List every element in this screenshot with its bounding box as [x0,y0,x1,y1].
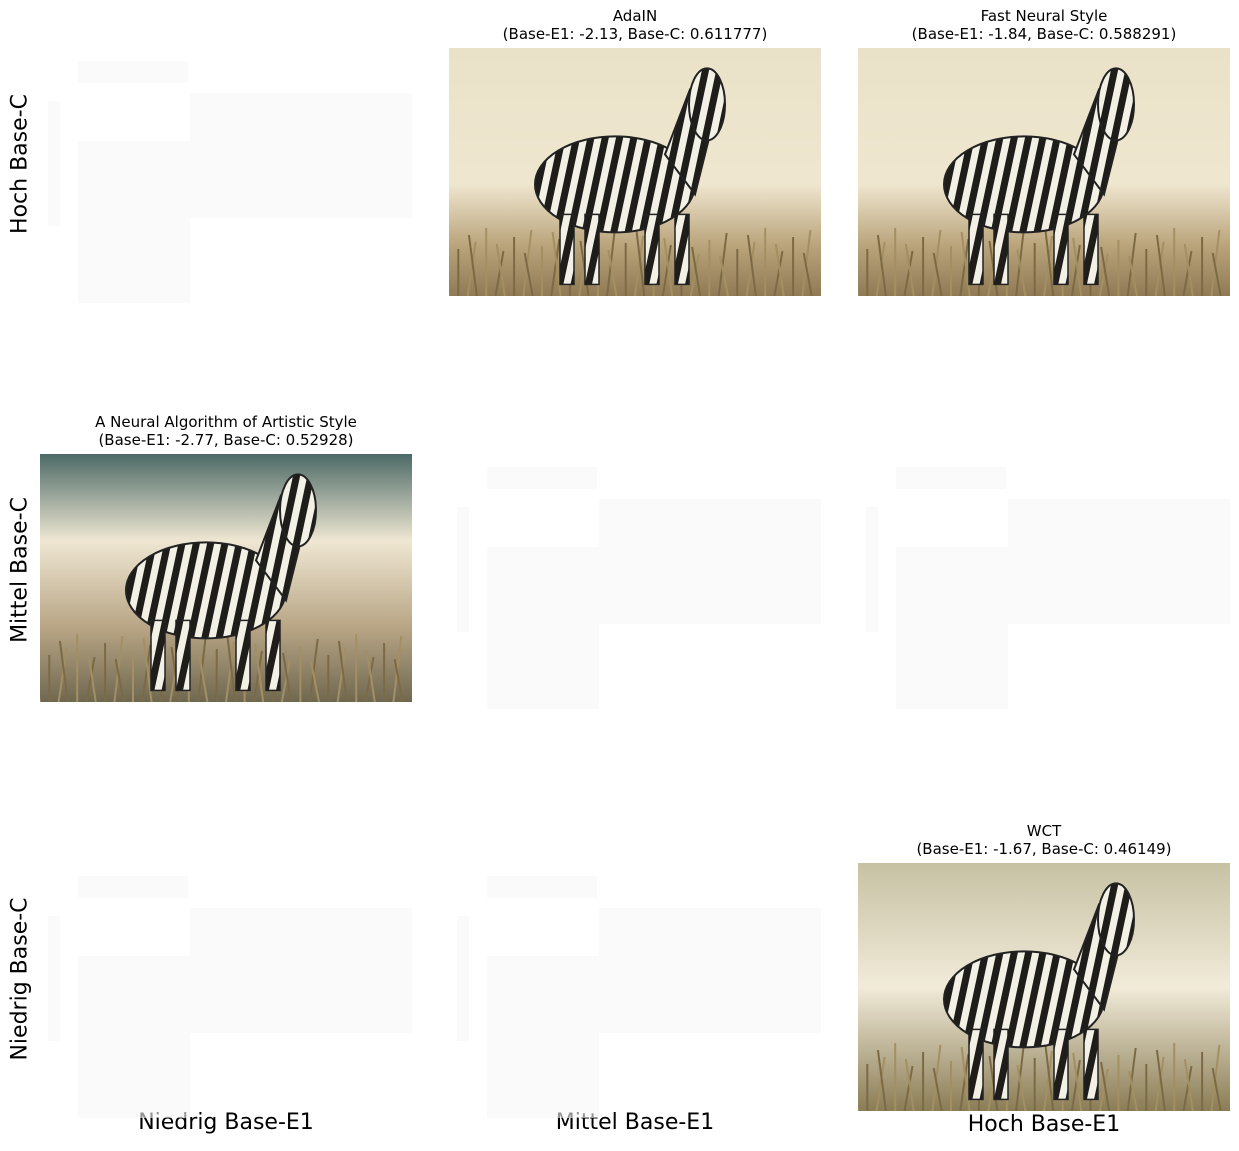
zebra-leg [175,619,191,692]
placeholder-block [190,908,412,1033]
panel-method-name: Fast Neural Style [980,7,1108,25]
placeholder-block [78,61,188,83]
zebra-leg [674,213,690,286]
zebra-leg [1053,1028,1069,1101]
stylized-zebra-image [858,863,1230,1111]
placeholder-block [48,101,60,226]
stylized-zebra-image [858,48,1230,296]
panel-scores: (Base-E1: -2.13, Base-C: 0.611777) [502,25,768,43]
placeholder-block [896,467,1006,489]
column-label: Hoch Base-E1 [967,1112,1121,1137]
zebra-head [1097,67,1135,142]
zebra-leg [968,213,984,286]
placeholder-block [1008,499,1230,624]
zebra-leg [559,213,575,286]
placeholder-block [866,507,878,632]
stylized-zebra-image [449,48,821,296]
stylized-zebra-image [40,454,412,702]
row-label: Niedrig Base-C [7,897,33,1061]
panel-title: Fast Neural Style (Base-E1: -1.84, Base-C… [838,7,1239,43]
panel-title: AdaIN (Base-E1: -2.13, Base-C: 0.611777) [429,7,841,43]
empty-panel-placeholder [449,871,821,1119]
panel-method-name: A Neural Algorithm of Artistic Style [95,413,357,431]
row-label: Hoch Base-C [7,94,33,234]
zebra-stylized-picture [40,454,412,702]
panel-method-name: AdaIN [612,7,658,25]
zebra-head [279,473,317,548]
empty-panel-placeholder [40,56,412,304]
zebra-stylized-picture [858,863,1230,1111]
zebra-leg [644,213,660,286]
zebra-leg [993,213,1009,286]
zebra-leg [1083,213,1099,286]
placeholder-block [78,876,188,898]
placeholder-block [78,956,190,1118]
zebra-head [688,67,726,142]
placeholder-block [78,141,190,303]
zebra-head [1097,882,1135,957]
panel-scores: (Base-E1: -2.77, Base-C: 0.52928) [98,431,354,449]
empty-panel-placeholder [449,462,821,710]
placeholder-block [190,93,412,218]
zebra-leg [993,1028,1009,1101]
zebra-leg [150,619,166,692]
panel-title: WCT (Base-E1: -1.67, Base-C: 0.46149) [838,822,1239,858]
zebra-leg [968,1028,984,1101]
placeholder-block [487,467,597,489]
empty-panel-placeholder [40,871,412,1119]
zebra-leg [235,619,251,692]
zebra-leg [265,619,281,692]
placeholder-block [487,956,599,1118]
placeholder-block [457,507,469,632]
placeholder-block [599,908,821,1033]
zebra-stylized-picture [449,48,821,296]
placeholder-block [896,547,1008,709]
placeholder-block [48,916,60,1041]
placeholder-block [599,499,821,624]
panel-scores: (Base-E1: -1.67, Base-C: 0.46149) [916,840,1172,858]
panel-method-name: WCT [1026,822,1062,840]
zebra-stylized-picture [858,48,1230,296]
zebra-leg [1053,213,1069,286]
placeholder-block [487,876,597,898]
zebra-leg [584,213,600,286]
panel-scores: (Base-E1: -1.84, Base-C: 0.588291) [911,25,1177,43]
placeholder-block [487,547,599,709]
row-label: Mittel Base-C [7,497,33,643]
panel-title: A Neural Algorithm of Artistic Style (Bas… [20,413,432,449]
placeholder-block [457,916,469,1041]
empty-panel-placeholder [858,462,1230,710]
zebra-leg [1083,1028,1099,1101]
